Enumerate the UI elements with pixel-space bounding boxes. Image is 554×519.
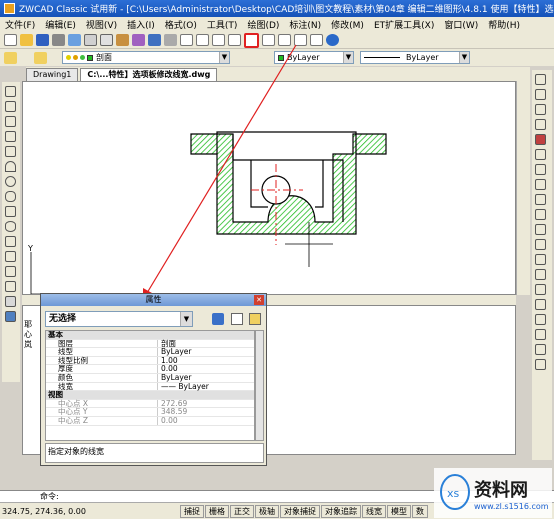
property-value: 272.69 [161,398,188,408]
property-value: 剖面 [161,338,176,348]
property-key: 视图 [48,390,63,400]
property-category[interactable]: 基本 [46,331,254,340]
property-row[interactable]: 线型比例 1.00 [46,355,254,366]
status-toggle[interactable]: 正交 [230,504,254,518]
property-value: ByLayer [161,347,192,357]
property-row[interactable]: 线宽 —— ByLayer [46,381,254,392]
status-toggle[interactable]: 对象捕捉 [280,504,320,518]
property-description: 指定对象的线宽 [45,443,264,463]
svg-text:xs: xs [447,487,460,500]
selection-dropdown[interactable]: 无选择 ▼ [45,311,193,327]
property-grid: 基本 图层 剖面 线型 ByLayer 线型比例 1.00 厚度 0.00 颜色 ByLayer 线宽… [45,330,255,441]
property-value: 1.00 [161,355,178,365]
status-toggle[interactable]: 捕捉 [180,504,204,518]
status-toggle[interactable]: 极轴 [255,504,279,518]
coordinate-readout: 324.75, 274.36, 0.00 [2,506,86,516]
status-toggle[interactable]: 栅格 [205,504,229,518]
property-row[interactable]: 图层 剖面 [46,338,254,349]
property-row[interactable]: 颜色 ByLayer [46,372,254,383]
property-key: 中心点 Y [46,408,158,416]
watermark-text: 资料网 [474,480,528,501]
quick-select-icon[interactable] [212,313,224,325]
status-toggle[interactable]: 线宽 [362,504,386,518]
watermark-url: www.zl.s1516.com [474,502,549,511]
select-objects-icon[interactable] [231,313,243,325]
watermark-logo-icon: xs [440,474,470,510]
property-key: 基本 [48,330,63,339]
pickadd-toggle-icon[interactable] [249,313,261,325]
property-key: 厚度 [46,365,158,373]
property-row[interactable]: 厚度 0.00 [46,365,254,374]
watermark: xs 资料网 www.zl.s1516.com [434,468,552,518]
property-value: ByLayer [161,372,192,382]
property-key: 颜色 [46,373,158,382]
status-toggle[interactable]: 对象追踪 [321,504,361,518]
status-toggle[interactable]: 数 [412,504,428,518]
annotation-arrow [146,44,297,294]
property-scrollbar[interactable] [255,330,264,441]
properties-title: 属性 [41,294,266,306]
property-row[interactable]: 中心点 Z 0.00 [46,415,254,426]
property-key: 中心点 Z [46,416,158,425]
property-value: 348.59 [161,407,188,417]
chevron-down-icon: ▼ [180,312,192,326]
close-icon[interactable]: ✕ [254,295,264,305]
properties-palette: 属性 ✕ 无选择 ▼ 基本 图层 剖面 线型 ByLayer 线型比例 1.00 厚度 0.00… [40,293,267,466]
property-key: 线型 [46,348,158,356]
property-value: 0.00 [161,364,178,374]
property-value: —— ByLayer [161,381,209,391]
property-value: 0.00 [161,415,178,425]
status-toggle[interactable]: 模型 [387,504,411,518]
